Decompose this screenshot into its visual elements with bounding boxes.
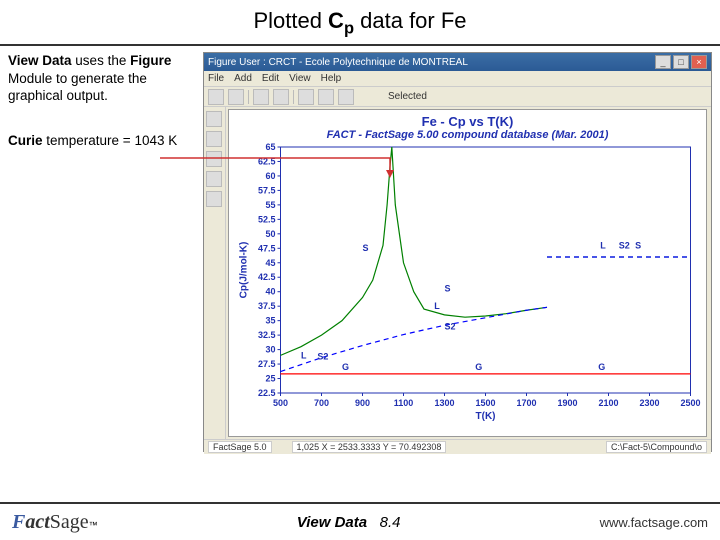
svg-text:G: G <box>598 362 605 372</box>
minimize-button[interactable]: _ <box>655 55 671 69</box>
factsage-logo: FactSage™ <box>12 511 98 534</box>
maximize-button[interactable]: □ <box>673 55 689 69</box>
svg-text:1500: 1500 <box>475 398 495 408</box>
svg-text:35: 35 <box>265 316 275 326</box>
svg-text:47.5: 47.5 <box>258 244 276 254</box>
svg-text:L: L <box>301 351 307 361</box>
svg-text:S2: S2 <box>445 322 456 332</box>
window-title-text: Figure User : CRCT - Ecole Polytechnique… <box>208 57 468 68</box>
svg-text:900: 900 <box>355 398 370 408</box>
menu-view[interactable]: View <box>289 73 311 84</box>
svg-text:52.5: 52.5 <box>258 215 276 225</box>
svg-text:55: 55 <box>265 200 275 210</box>
svg-text:S2: S2 <box>619 241 630 251</box>
status-left: FactSage 5.0 <box>208 441 272 453</box>
toolbar-icon[interactable] <box>338 89 354 105</box>
menu-file[interactable]: File <box>208 73 224 84</box>
figure-window: Figure User : CRCT - Ecole Polytechnique… <box>203 52 712 452</box>
status-bar: FactSage 5.0 1,025 X = 2533.3333 Y = 70.… <box>204 439 711 454</box>
toolbar-separator <box>293 90 294 104</box>
svg-text:500: 500 <box>273 398 288 408</box>
plot-subtitle: FACT - FactSage 5.00 compound database (… <box>229 129 706 141</box>
footer: FactSage™ View Data 8.4 www.factsage.com <box>0 502 720 540</box>
footer-center: View Data 8.4 <box>98 514 600 531</box>
side-icon[interactable] <box>206 111 222 127</box>
svg-text:1700: 1700 <box>516 398 536 408</box>
selected-label: Selected <box>388 91 427 102</box>
toolbar-icon[interactable] <box>273 89 289 105</box>
svg-text:2500: 2500 <box>680 398 700 408</box>
svg-text:57.5: 57.5 <box>258 186 276 196</box>
svg-text:2100: 2100 <box>598 398 618 408</box>
svg-text:G: G <box>342 362 349 372</box>
svg-text:1100: 1100 <box>394 398 414 408</box>
svg-text:L: L <box>434 301 440 311</box>
svg-text:S: S <box>445 284 451 294</box>
toolbar-separator <box>248 90 249 104</box>
svg-text:1300: 1300 <box>434 398 454 408</box>
svg-text:32.5: 32.5 <box>258 331 276 341</box>
menu-add[interactable]: Add <box>234 73 252 84</box>
toolbar-icon[interactable] <box>228 89 244 105</box>
svg-text:S: S <box>363 244 369 254</box>
toolbar-icon[interactable] <box>298 89 314 105</box>
svg-text:37.5: 37.5 <box>258 302 276 312</box>
svg-text:25: 25 <box>265 374 275 384</box>
toolbar-icon[interactable] <box>253 89 269 105</box>
window-titlebar: Figure User : CRCT - Ecole Polytechnique… <box>204 53 711 71</box>
svg-text:2300: 2300 <box>639 398 659 408</box>
side-icon[interactable] <box>206 191 222 207</box>
svg-text:22.5: 22.5 <box>258 388 276 398</box>
svg-text:30: 30 <box>265 345 275 355</box>
tool-bar: Selected <box>204 87 711 107</box>
svg-text:T(K): T(K) <box>476 411 496 421</box>
page-title: Plotted Cp data for Fe <box>0 0 720 46</box>
footer-url: www.factsage.com <box>600 515 708 530</box>
status-right: C:\Fact-5\Compound\o <box>606 441 707 453</box>
curie-arrow <box>160 156 408 180</box>
svg-text:L: L <box>600 241 606 251</box>
toolbar-icon[interactable] <box>318 89 334 105</box>
svg-text:50: 50 <box>265 229 275 239</box>
svg-text:Cp(J/mol-K): Cp(J/mol-K) <box>239 242 250 299</box>
status-mid: 1,025 X = 2533.3333 Y = 70.492308 <box>292 441 447 453</box>
svg-text:65: 65 <box>265 142 275 152</box>
svg-text:G: G <box>475 362 482 372</box>
curie-annotation: Curie temperature = 1043 K <box>8 133 203 148</box>
svg-text:700: 700 <box>314 398 329 408</box>
svg-text:42.5: 42.5 <box>258 273 276 283</box>
svg-text:27.5: 27.5 <box>258 359 276 369</box>
svg-text:1900: 1900 <box>557 398 577 408</box>
menu-help[interactable]: Help <box>321 73 342 84</box>
chart-svg: 22.5 25 27.5 30 32.5 35 37.5 40 42.5 45 47.5 50 52.5… <box>229 141 706 421</box>
svg-text:45: 45 <box>265 258 275 268</box>
side-icon[interactable] <box>206 131 222 147</box>
menu-bar: File Add Edit View Help <box>204 71 711 87</box>
menu-edit[interactable]: Edit <box>262 73 279 84</box>
plot-title: Fe - Cp vs T(K) <box>229 110 706 129</box>
svg-text:40: 40 <box>265 287 275 297</box>
close-button[interactable]: × <box>691 55 707 69</box>
description-text: View Data uses the Figure Module to gene… <box>8 52 203 105</box>
toolbar-icon[interactable] <box>208 89 224 105</box>
svg-text:S: S <box>635 241 641 251</box>
svg-text:S2: S2 <box>317 352 328 362</box>
